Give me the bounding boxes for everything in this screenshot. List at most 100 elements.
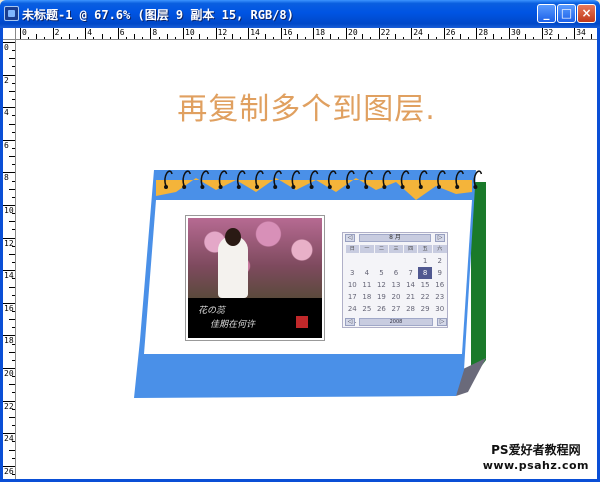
day-cell: 13	[391, 281, 401, 289]
ruler-major-tick	[313, 28, 315, 39]
day-cell: 23	[435, 293, 445, 301]
ruler-major-tick	[509, 28, 510, 39]
next-month-icon: ▷	[435, 234, 445, 242]
ruler-minor-tick	[9, 253, 15, 255]
ruler-label: 30	[511, 28, 521, 37]
selected-day-cell: 8	[417, 267, 433, 279]
day-cell: 30	[435, 305, 445, 313]
ruler-minor-tick	[12, 229, 15, 231]
day-cell: 20	[391, 293, 401, 301]
day-cell	[374, 255, 389, 267]
ruler-label: 22	[380, 28, 391, 37]
ring-hole	[455, 185, 460, 189]
calendar-footer: ◁ 2008 ▷	[345, 317, 447, 327]
weekday-label: 四	[403, 245, 418, 253]
horizontal-ruler[interactable]: 0 2 4 6 8 10 12 14 16 18 20 22 24 26 28 30 32 34	[16, 28, 597, 40]
watermark-line2: www.psahz.com	[482, 459, 589, 472]
ring-hole	[200, 185, 205, 189]
ruler-minor-tick	[9, 384, 15, 386]
red-seal-icon	[296, 316, 308, 328]
ruler-minor-tick	[9, 416, 15, 418]
photo-caption: 花の蕊 佳期在何许	[188, 298, 322, 338]
ruler-major-tick	[476, 28, 478, 39]
weekday-label: 五	[418, 245, 432, 253]
ruler-minor-tick	[9, 221, 15, 223]
ring-hole	[309, 185, 314, 189]
ruler-label: 8	[152, 28, 158, 37]
ruler-major-tick	[85, 28, 87, 39]
day-cell: 25	[362, 305, 372, 313]
ruler-minor-tick	[9, 351, 15, 353]
window-title: 未标题-1 @ 67.6% (图层 9 副本 15, RGB/8)	[22, 8, 294, 22]
ring-hole	[218, 185, 223, 189]
ruler-major-tick	[215, 28, 217, 39]
ruler-minor-tick	[12, 327, 15, 329]
calendar-day-grid: 1 2 3 4 5 6 7 8 9 10 11 12 13 14 15 16 17 18 19 20 21 22 23 24 2…	[345, 255, 447, 325]
ruler-major-tick	[541, 28, 543, 39]
ruler-minor-tick	[12, 408, 15, 410]
ring-hole	[346, 185, 350, 189]
ruler-major-tick	[411, 28, 413, 39]
ruler-major-tick	[378, 28, 380, 39]
ruler-origin[interactable]	[3, 28, 16, 40]
document-canvas[interactable]: 再复制多个到图层. 花の蕊 佳期在何许 ◁ 8 月 ▷ 日 一 二 三 四 五 …	[16, 40, 597, 479]
ruler-minor-tick	[12, 82, 15, 84]
ruler-minor-tick	[9, 90, 15, 92]
site-watermark: PS爱好者教程网 www.psahz.com	[483, 443, 589, 473]
ruler-major-tick	[150, 28, 152, 39]
day-cell: 17	[347, 293, 357, 301]
ruler-major-tick	[346, 28, 347, 39]
ruler-minor-tick	[12, 196, 15, 198]
ruler-label: 2	[54, 28, 60, 37]
ring-hole	[437, 185, 441, 189]
ruler-minor-tick	[9, 123, 15, 125]
photoshop-document-icon	[4, 6, 19, 21]
maximize-button[interactable]: □	[557, 4, 576, 23]
ruler-minor-tick	[12, 376, 15, 378]
ruler-minor-tick	[9, 286, 15, 288]
ruler-minor-tick	[12, 310, 15, 312]
day-cell: 26	[376, 305, 386, 313]
ring-hole	[382, 185, 387, 189]
ruler-label: 18	[315, 28, 326, 37]
ruler-label: 24	[413, 28, 423, 37]
ruler-minor-tick	[9, 58, 15, 60]
ruler-label: 0	[22, 28, 27, 37]
day-cell: 12	[376, 281, 386, 289]
ruler-minor-tick	[12, 147, 15, 149]
day-cell: 3	[350, 269, 355, 277]
ruler-minor-tick	[12, 245, 15, 247]
day-cell: 9	[437, 269, 442, 277]
day-cell: 11	[362, 281, 372, 289]
ruler-label: 26	[445, 28, 456, 37]
title-bar[interactable]: 未标题-1 @ 67.6% (图层 9 副本 15, RGB/8) _ □ ×	[0, 0, 600, 28]
ring-hole	[255, 185, 259, 189]
ruler-label: 12	[217, 28, 228, 37]
day-cell: 28	[406, 305, 416, 313]
day-cell: 22	[420, 293, 430, 301]
ruler-minor-tick	[12, 457, 15, 459]
photo-caption-line2: 佳期在何许	[210, 320, 256, 330]
ruler-label: 4	[87, 28, 93, 37]
window-frame: 0 2 4 6 8 10 12 14 16 18 20 22 24 26 28 30 32 34 0 2 4 6 8 10 1…	[0, 28, 600, 482]
weekday-label: 六	[432, 245, 447, 253]
minimize-button[interactable]: _	[537, 4, 556, 23]
ruler-label: 6	[4, 140, 9, 150]
day-cell: 18	[362, 293, 372, 301]
document-area: 0 2 4 6 8 10 12 14 16 18 20 22 24 26 28 30 32 34 0 2 4 6 8 10 1…	[3, 28, 597, 479]
calendar-header: ◁ 8 月 ▷	[343, 233, 447, 243]
day-cell: 19	[376, 293, 386, 301]
close-button[interactable]: ×	[577, 4, 596, 23]
ruler-minor-tick	[12, 262, 15, 264]
day-cell: 16	[435, 281, 445, 289]
ruler-major-tick	[20, 28, 21, 39]
ring-hole	[182, 185, 187, 189]
ruler-minor-tick	[9, 188, 15, 190]
vertical-ruler[interactable]: 0 2 4 6 8 10 12 14 16 18 20 22 24 26	[3, 40, 16, 479]
day-cell: 27	[391, 305, 401, 313]
day-cell: 21	[406, 293, 416, 301]
ruler-major-tick	[443, 28, 445, 39]
ruler-label: 20	[348, 28, 358, 37]
ruler-minor-tick	[12, 180, 15, 182]
ruler-minor-tick	[12, 441, 15, 443]
